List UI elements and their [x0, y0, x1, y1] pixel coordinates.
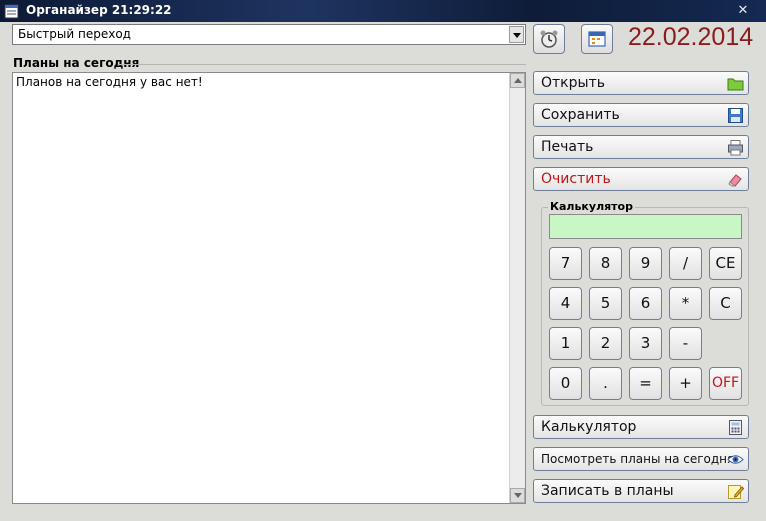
- view-plans-button[interactable]: Посмотреть планы на сегодня: [533, 447, 749, 471]
- printer-icon: [728, 140, 743, 156]
- plans-text: Планов на сегодня у вас нет!: [16, 75, 203, 89]
- calculator-button-label: Калькулятор: [541, 419, 637, 435]
- key-4[interactable]: 4: [549, 287, 582, 320]
- key-7[interactable]: 7: [549, 247, 582, 280]
- key-subtract[interactable]: -: [669, 327, 702, 360]
- key-5[interactable]: 5: [589, 287, 622, 320]
- alarm-button[interactable]: [533, 24, 565, 54]
- key-6[interactable]: 6: [629, 287, 662, 320]
- folder-icon: [727, 78, 744, 91]
- open-label: Открыть: [541, 75, 605, 91]
- title-bar[interactable]: Органайзер 21:29:22 ✕: [0, 0, 766, 22]
- window-title: Органайзер 21:29:22: [26, 3, 172, 17]
- key-2[interactable]: 2: [589, 327, 622, 360]
- write-plans-button[interactable]: Записать в планы: [533, 479, 749, 503]
- current-date: 22.02.2014: [628, 23, 754, 51]
- key-3[interactable]: 3: [629, 327, 662, 360]
- calendar-icon: [588, 31, 606, 47]
- calendar-button[interactable]: [581, 24, 613, 54]
- key-0[interactable]: 0: [549, 367, 582, 400]
- calculator-heading: Калькулятор: [548, 200, 635, 213]
- note-pencil-icon: [728, 485, 744, 499]
- key-decimal[interactable]: .: [589, 367, 622, 400]
- alarm-clock-icon: [540, 30, 558, 48]
- key-equals[interactable]: =: [629, 367, 662, 400]
- quick-nav-select[interactable]: Быстрый переход: [12, 24, 526, 45]
- key-1[interactable]: 1: [549, 327, 582, 360]
- key-8[interactable]: 8: [589, 247, 622, 280]
- save-label: Сохранить: [541, 107, 620, 123]
- print-button[interactable]: Печать: [533, 135, 749, 159]
- calculator-icon: [729, 420, 742, 435]
- organizer-window: Органайзер 21:29:22 ✕ Быстрый переход 22…: [0, 0, 766, 521]
- clear-label: Очистить: [541, 171, 611, 187]
- key-clear-entry[interactable]: CE: [709, 247, 742, 280]
- plans-heading: Планы на сегодня: [13, 56, 140, 70]
- plans-scrollbar[interactable]: [509, 73, 525, 503]
- plans-textarea[interactable]: Планов на сегодня у вас нет!: [12, 72, 526, 504]
- clear-button[interactable]: Очистить: [533, 167, 749, 191]
- view-plans-label: Посмотреть планы на сегодня: [541, 452, 735, 466]
- plans-divider: [118, 64, 526, 65]
- key-divide[interactable]: /: [669, 247, 702, 280]
- close-icon[interactable]: ✕: [728, 2, 758, 19]
- open-button[interactable]: Открыть: [533, 71, 749, 95]
- quick-nav-value: Быстрый переход: [18, 27, 131, 41]
- key-off[interactable]: OFF: [709, 367, 742, 400]
- chevron-down-icon[interactable]: [509, 26, 524, 43]
- key-9[interactable]: 9: [629, 247, 662, 280]
- scroll-down-icon[interactable]: [510, 488, 525, 503]
- eraser-icon: [728, 174, 742, 187]
- scroll-up-icon[interactable]: [510, 73, 525, 88]
- key-multiply[interactable]: *: [669, 287, 702, 320]
- key-clear[interactable]: C: [709, 287, 742, 320]
- write-plans-label: Записать в планы: [541, 483, 674, 499]
- floppy-disk-icon: [728, 108, 743, 123]
- calculator-display: [549, 214, 742, 239]
- eye-icon: [727, 455, 744, 464]
- save-button[interactable]: Сохранить: [533, 103, 749, 127]
- app-icon: [4, 4, 19, 19]
- calculator-button[interactable]: Калькулятор: [533, 415, 749, 439]
- print-label: Печать: [541, 139, 594, 155]
- key-add[interactable]: +: [669, 367, 702, 400]
